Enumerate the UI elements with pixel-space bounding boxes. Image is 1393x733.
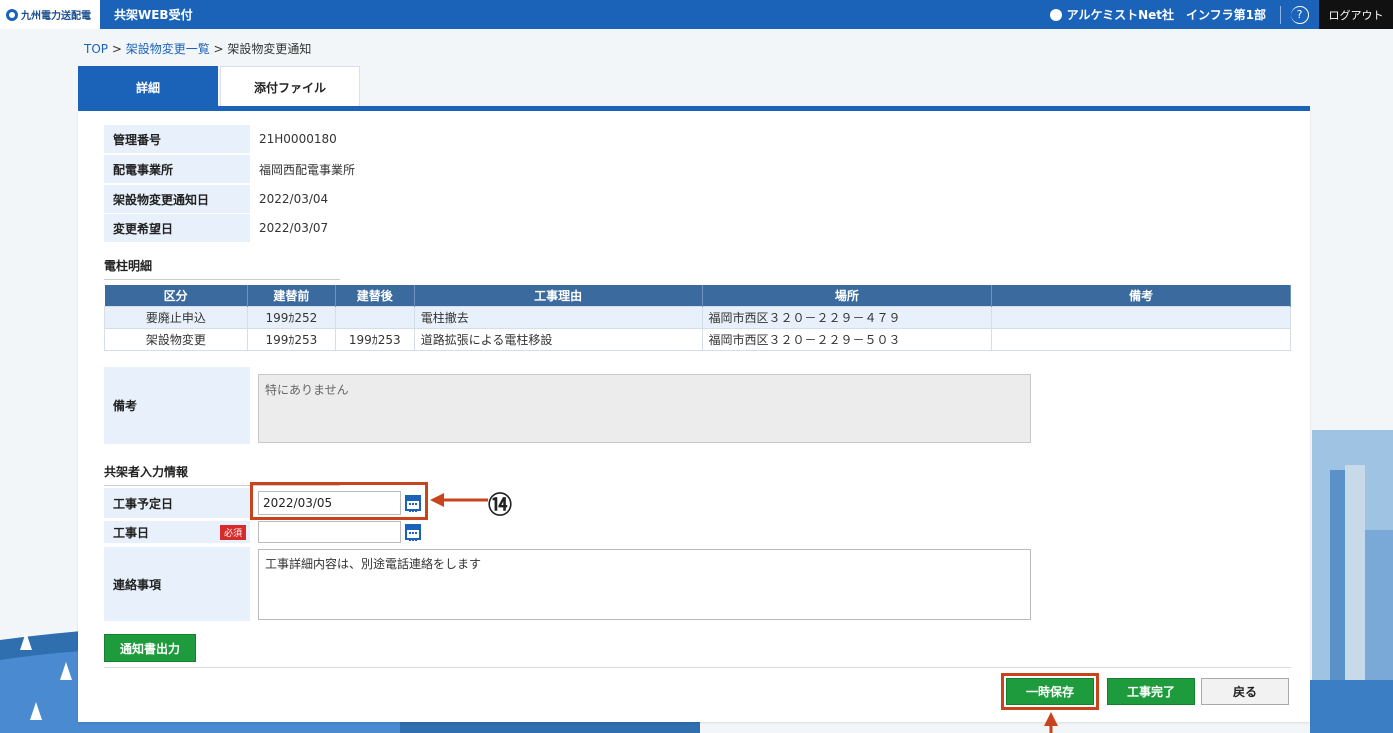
table-cell: 福岡市西区３２０－２２９－４７９ (701, 305, 993, 329)
company-logo: 九州電力送配電 (0, 0, 100, 29)
breadcrumb: TOP > 架設物変更一覧 > 架設物変更通知 (84, 40, 311, 57)
table-cell: 電柱撤去 (413, 305, 703, 329)
info-row-office: 配電事業所 福岡西配電事業所 (104, 155, 355, 183)
info-label: 架設物変更通知日 (104, 185, 250, 213)
header-separator (1280, 5, 1281, 24)
planned-date-label-text: 工事予定日 (113, 496, 174, 511)
user-name: アルケミストNet社 インフラ第1部 (1066, 8, 1266, 22)
column-header: 建替前 (247, 285, 336, 306)
annotation-arrow-left (430, 493, 488, 507)
tab-attachments[interactable]: 添付ファイル (220, 66, 360, 108)
column-header: 建替後 (335, 285, 415, 306)
footer-divider (104, 667, 1291, 668)
table-cell (334, 305, 415, 329)
work-date-input[interactable] (258, 521, 401, 543)
contact-textarea[interactable]: 工事詳細内容は、別途電話連絡をします (258, 549, 1031, 620)
table-cell: 要廃止申込 (104, 305, 248, 329)
info-row-desired-date: 変更希望日 2022/03/07 (104, 214, 328, 242)
logout-button[interactable]: ログアウト (1319, 0, 1393, 29)
info-label: 配電事業所 (104, 155, 250, 183)
tab-underline (78, 106, 1310, 111)
calendar-icon[interactable] (405, 524, 421, 541)
column-header: 備考 (991, 285, 1291, 306)
logo-text: 九州電力送配電 (21, 11, 91, 22)
table-cell: 199ｶ253 (246, 327, 336, 351)
remarks-label: 備考 (104, 367, 250, 444)
table-cell: 199ｶ252 (246, 305, 336, 329)
table-cell (991, 305, 1291, 329)
table-cell: 199ｶ253 (334, 327, 415, 351)
breadcrumb-list-link[interactable]: 架設物変更一覧 (126, 42, 210, 56)
required-badge: 必須 (219, 524, 246, 540)
column-header: 工事理由 (414, 285, 703, 306)
info-value: 福岡西配電事業所 (259, 162, 356, 177)
annotation-highlight-date (250, 482, 428, 520)
back-button[interactable]: 戻る (1201, 678, 1289, 705)
column-header: 区分 (104, 285, 248, 306)
column-header: 場所 (702, 285, 993, 306)
info-value: 2022/03/04 (259, 192, 329, 206)
breadcrumb-separator: > (108, 42, 126, 56)
pole-section-title: 電柱明細 (104, 257, 340, 280)
notice-output-button[interactable]: 通知書出力 (104, 634, 196, 662)
table-cell (991, 327, 1291, 351)
logo-mark-icon (6, 8, 18, 21)
pole-detail-table: 区分 建替前 建替後 工事理由 場所 備考 要廃止申込 199ｶ252 電柱撤去… (104, 285, 1291, 351)
planned-date-label: 工事予定日 (104, 488, 250, 518)
table-row: 架設物変更 199ｶ253 199ｶ253 道路拡張による電柱移設 福岡市西区３… (104, 327, 1291, 351)
info-value: 2022/03/07 (259, 221, 329, 235)
table-cell: 架設物変更 (104, 327, 248, 351)
annotation-arrow-up (1044, 712, 1058, 733)
user-icon (1049, 8, 1062, 21)
info-row-notice-date: 架設物変更通知日 2022/03/04 (104, 185, 328, 213)
remarks-readonly-field: 特にありません (258, 374, 1031, 443)
contact-label: 連絡事項 (104, 547, 250, 621)
info-row-management-number: 管理番号 21H0000180 (104, 125, 337, 153)
tab-detail[interactable]: 詳細 (78, 66, 218, 108)
table-row: 要廃止申込 199ｶ252 電柱撤去 福岡市西区３２０－２２９－４７９ (104, 305, 1291, 329)
help-icon[interactable]: ? (1291, 5, 1309, 24)
breadcrumb-top-link[interactable]: TOP (84, 42, 108, 56)
breadcrumb-separator: > (209, 42, 228, 56)
info-value: 21H0000180 (259, 132, 337, 146)
breadcrumb-current: 架設物変更通知 (227, 42, 312, 56)
work-complete-button[interactable]: 工事完了 (1107, 678, 1195, 705)
table-cell: 道路拡張による電柱移設 (413, 327, 703, 351)
annotation-highlight-save (1001, 673, 1099, 710)
table-cell: 福岡市西区３２０－２２９－５０３ (701, 327, 993, 351)
top-header-bar: 九州電力送配電 共架WEB受付 アルケミストNet社 インフラ第1部 ? ログア… (0, 0, 1393, 29)
info-label: 管理番号 (104, 125, 250, 153)
annotation-callout-number: ⑭ (488, 491, 512, 519)
app-title: 共架WEB受付 (114, 8, 193, 22)
info-label: 変更希望日 (104, 214, 250, 242)
work-date-label-text: 工事日 (113, 525, 150, 540)
contact-label-text: 連絡事項 (113, 577, 162, 592)
table-header-row: 区分 建替前 建替後 工事理由 場所 備考 (104, 285, 1291, 306)
work-date-label: 工事日 必須 (104, 521, 250, 543)
